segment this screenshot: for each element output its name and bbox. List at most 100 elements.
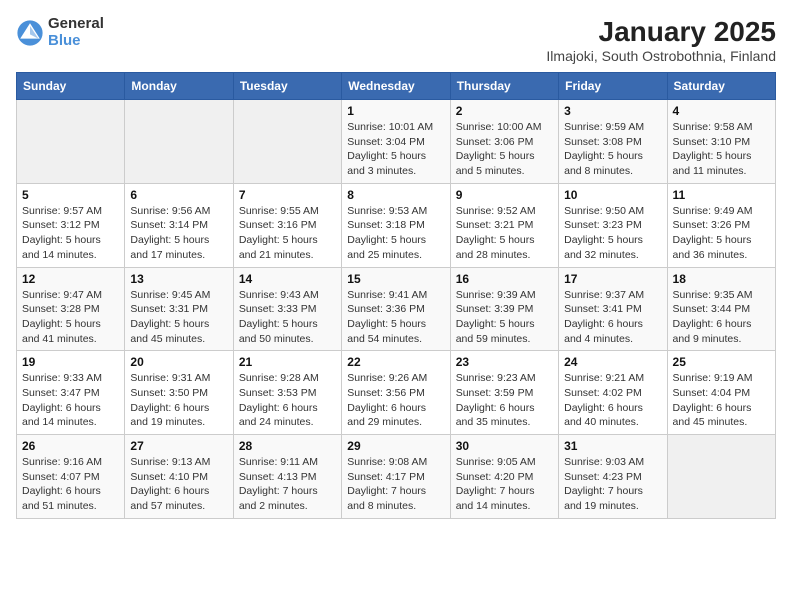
day-number: 22 [347,355,444,369]
day-info: Sunrise: 9:55 AM Sunset: 3:16 PM Dayligh… [239,204,336,263]
day-number: 31 [564,439,661,453]
calendar-cell: 17 Sunrise: 9:37 AM Sunset: 3:41 PM Dayli… [559,267,667,351]
calendar-cell [667,435,775,519]
calendar-week-row: 12Sunrise: 9:47 AM Sunset: 3:28 PM Dayli… [17,267,776,351]
day-number: 7 [239,188,336,202]
weekday-row: SundayMondayTuesdayWednesdayThursdayFrid… [17,73,776,100]
day-number: 20 [130,355,227,369]
calendar-cell: 9 Sunrise: 9:52 AM Sunset: 3:21 PM Daylig… [450,183,558,267]
day-number: 11 [673,188,770,202]
calendar-cell: 14 Sunrise: 9:43 AM Sunset: 3:33 PM Dayli… [233,267,341,351]
calendar-cell: 7 Sunrise: 9:55 AM Sunset: 3:16 PM Daylig… [233,183,341,267]
calendar-header: SundayMondayTuesdayWednesdayThursdayFrid… [17,73,776,100]
calendar-week-row: 26 Sunrise: 9:16 AM Sunset: 4:07 PM Dayli… [17,435,776,519]
day-info: Sunrise: 9:26 AM Sunset: 3:56 PM Dayligh… [347,371,444,430]
day-number: 10 [564,188,661,202]
day-info: Sunrise: 9:21 AM Sunset: 4:02 PM Dayligh… [564,371,661,430]
day-number: 6 [130,188,227,202]
day-info: Sunrise: 10:00 AM Sunset: 3:06 PM Daylig… [456,120,553,179]
calendar-subtitle: Ilmajoki, South Ostrobothnia, Finland [546,48,776,64]
calendar-week-row: 1 Sunrise: 10:01 AM Sunset: 3:04 PM Dayli… [17,100,776,184]
day-info: Sunrise: 9:05 AM Sunset: 4:20 PM Dayligh… [456,455,553,514]
calendar-week-row: 5 Sunrise: 9:57 AM Sunset: 3:12 PM Daylig… [17,183,776,267]
calendar-cell: 1 Sunrise: 10:01 AM Sunset: 3:04 PM Dayli… [342,100,450,184]
weekday-header: Thursday [450,73,558,100]
calendar-cell: 30 Sunrise: 9:05 AM Sunset: 4:20 PM Dayli… [450,435,558,519]
calendar-cell: 27Sunrise: 9:13 AM Sunset: 4:10 PM Dayli… [125,435,233,519]
day-info: Sunrise: 9:03 AM Sunset: 4:23 PM Dayligh… [564,455,661,514]
logo-icon [16,19,44,47]
day-number: 17 [564,272,661,286]
calendar-cell: 8Sunrise: 9:53 AM Sunset: 3:18 PM Daylig… [342,183,450,267]
day-number: 19 [22,355,119,369]
day-info: Sunrise: 9:19 AM Sunset: 4:04 PM Dayligh… [673,371,770,430]
logo-text: General Blue [48,16,104,49]
day-number: 23 [456,355,553,369]
calendar-cell: 28 Sunrise: 9:11 AM Sunset: 4:13 PM Dayli… [233,435,341,519]
calendar-cell: 11 Sunrise: 9:49 AM Sunset: 3:26 PM Dayli… [667,183,775,267]
calendar-cell: 13 Sunrise: 9:45 AM Sunset: 3:31 PM Dayli… [125,267,233,351]
weekday-header: Friday [559,73,667,100]
day-number: 5 [22,188,119,202]
page-header: General Blue January 2025 Ilmajoki, Sout… [16,16,776,64]
calendar-cell: 23 Sunrise: 9:23 AM Sunset: 3:59 PM Dayli… [450,351,558,435]
day-number: 26 [22,439,119,453]
day-info: Sunrise: 9:45 AM Sunset: 3:31 PM Dayligh… [130,288,227,347]
day-number: 4 [673,104,770,118]
calendar-cell: 18Sunrise: 9:35 AM Sunset: 3:44 PM Dayli… [667,267,775,351]
weekday-header: Saturday [667,73,775,100]
day-info: Sunrise: 9:31 AM Sunset: 3:50 PM Dayligh… [130,371,227,430]
day-number: 25 [673,355,770,369]
day-info: Sunrise: 9:43 AM Sunset: 3:33 PM Dayligh… [239,288,336,347]
day-info: Sunrise: 9:39 AM Sunset: 3:39 PM Dayligh… [456,288,553,347]
day-number: 9 [456,188,553,202]
weekday-header: Tuesday [233,73,341,100]
calendar-week-row: 19Sunrise: 9:33 AM Sunset: 3:47 PM Dayli… [17,351,776,435]
logo: General Blue [16,16,104,49]
calendar-cell [125,100,233,184]
day-number: 3 [564,104,661,118]
day-info: Sunrise: 9:47 AM Sunset: 3:28 PM Dayligh… [22,288,119,347]
day-info: Sunrise: 9:53 AM Sunset: 3:18 PM Dayligh… [347,204,444,263]
day-info: Sunrise: 10:01 AM Sunset: 3:04 PM Daylig… [347,120,444,179]
day-info: Sunrise: 9:28 AM Sunset: 3:53 PM Dayligh… [239,371,336,430]
day-number: 18 [673,272,770,286]
logo-line2: Blue [48,33,104,50]
calendar-cell: 3Sunrise: 9:59 AM Sunset: 3:08 PM Daylig… [559,100,667,184]
day-number: 14 [239,272,336,286]
day-number: 27 [130,439,227,453]
day-info: Sunrise: 9:57 AM Sunset: 3:12 PM Dayligh… [22,204,119,263]
day-info: Sunrise: 9:41 AM Sunset: 3:36 PM Dayligh… [347,288,444,347]
calendar-body: 1 Sunrise: 10:01 AM Sunset: 3:04 PM Dayli… [17,100,776,519]
calendar-title: January 2025 [546,16,776,48]
calendar-cell: 12Sunrise: 9:47 AM Sunset: 3:28 PM Dayli… [17,267,125,351]
weekday-header: Wednesday [342,73,450,100]
calendar-cell: 26 Sunrise: 9:16 AM Sunset: 4:07 PM Dayli… [17,435,125,519]
calendar-cell: 6Sunrise: 9:56 AM Sunset: 3:14 PM Daylig… [125,183,233,267]
day-number: 28 [239,439,336,453]
title-block: January 2025 Ilmajoki, South Ostrobothni… [546,16,776,64]
day-number: 1 [347,104,444,118]
day-info: Sunrise: 9:11 AM Sunset: 4:13 PM Dayligh… [239,455,336,514]
day-info: Sunrise: 9:16 AM Sunset: 4:07 PM Dayligh… [22,455,119,514]
calendar-cell: 5 Sunrise: 9:57 AM Sunset: 3:12 PM Daylig… [17,183,125,267]
day-number: 24 [564,355,661,369]
calendar-cell: 25 Sunrise: 9:19 AM Sunset: 4:04 PM Dayli… [667,351,775,435]
day-number: 13 [130,272,227,286]
day-number: 30 [456,439,553,453]
day-info: Sunrise: 9:37 AM Sunset: 3:41 PM Dayligh… [564,288,661,347]
calendar-cell: 20 Sunrise: 9:31 AM Sunset: 3:50 PM Dayli… [125,351,233,435]
calendar-cell: 15Sunrise: 9:41 AM Sunset: 3:36 PM Dayli… [342,267,450,351]
day-info: Sunrise: 9:49 AM Sunset: 3:26 PM Dayligh… [673,204,770,263]
calendar-cell: 22 Sunrise: 9:26 AM Sunset: 3:56 PM Dayli… [342,351,450,435]
day-info: Sunrise: 9:52 AM Sunset: 3:21 PM Dayligh… [456,204,553,263]
calendar-cell: 21Sunrise: 9:28 AM Sunset: 3:53 PM Dayli… [233,351,341,435]
day-info: Sunrise: 9:58 AM Sunset: 3:10 PM Dayligh… [673,120,770,179]
day-info: Sunrise: 9:08 AM Sunset: 4:17 PM Dayligh… [347,455,444,514]
calendar-cell: 19Sunrise: 9:33 AM Sunset: 3:47 PM Dayli… [17,351,125,435]
day-number: 2 [456,104,553,118]
calendar-cell [233,100,341,184]
calendar-cell: 24 Sunrise: 9:21 AM Sunset: 4:02 PM Dayli… [559,351,667,435]
day-info: Sunrise: 9:23 AM Sunset: 3:59 PM Dayligh… [456,371,553,430]
calendar-cell: 2 Sunrise: 10:00 AM Sunset: 3:06 PM Dayli… [450,100,558,184]
